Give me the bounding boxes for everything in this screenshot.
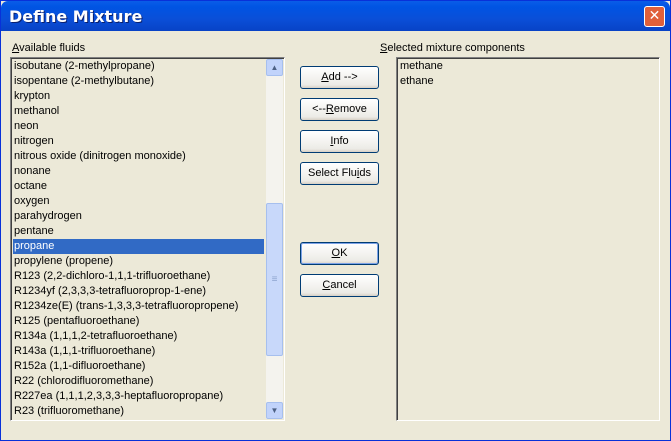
select-fluids-button[interactable]: Select Fluids [300,162,379,185]
close-icon[interactable]: ✕ [644,6,665,27]
scroll-thumb[interactable]: ≡ [266,203,283,356]
list-item[interactable]: R23 (trifluoromethane) [13,404,264,419]
list-item[interactable]: nitrous oxide (dinitrogen monoxide) [13,149,264,164]
list-item[interactable]: methane [399,59,657,74]
list-item[interactable]: pentane [13,224,264,239]
define-mixture-dialog: Define Mixture ✕ Available fluids isobut… [0,0,671,441]
list-item[interactable]: parahydrogen [13,209,264,224]
available-fluids-list[interactable]: isobutane (2-methylpropane) isopentane (2… [10,57,285,421]
add-button[interactable]: Add --> [300,66,379,89]
list-item[interactable]: R152a (1,1-difluoroethane) [13,359,264,374]
list-item[interactable]: propylene (propene) [13,254,264,269]
list-item[interactable]: ethane [399,74,657,89]
list-item[interactable]: nitrogen [13,134,264,149]
info-button[interactable]: Info [300,130,379,153]
list-item[interactable]: isobutane (2-methylpropane) [13,59,264,74]
list-item[interactable]: R125 (pentafluoroethane) [13,314,264,329]
title-bar[interactable]: Define Mixture ✕ [1,1,670,31]
list-item[interactable]: octane [13,179,264,194]
list-item[interactable]: krypton [13,89,264,104]
list-item[interactable]: isopentane (2-methylbutane) [13,74,264,89]
selected-components-label: Selected mixture components [380,42,525,54]
available-fluids-label: Available fluids [12,42,86,54]
scroll-down-arrow-icon[interactable]: ▼ [266,402,283,419]
list-item[interactable]: oxygen [13,194,264,209]
list-item[interactable]: R22 (chlorodifluoromethane) [13,374,264,389]
list-item[interactable]: neon [13,119,264,134]
list-item[interactable]: R227ea (1,1,1,2,3,3,3-heptafluoropropane… [13,389,264,404]
scroll-up-arrow-icon[interactable]: ▲ [266,59,283,76]
ok-button[interactable]: OK [300,242,379,265]
available-fluids-scrollbar[interactable]: ▲ ≡ ▼ [266,59,283,419]
list-item[interactable]: methanol [13,104,264,119]
list-item[interactable]: R143a (1,1,1-trifluoroethane) [13,344,264,359]
list-item[interactable]: R123 (2,2-dichloro-1,1,1-trifluoroethane… [13,269,264,284]
window-title: Define Mixture [9,7,143,26]
list-item[interactable]: nonane [13,164,264,179]
remove-button[interactable]: <--Remove [300,98,379,121]
selected-components-list[interactable]: methane ethane [396,57,660,421]
cancel-button[interactable]: Cancel [300,274,379,297]
available-fluids-items: isobutane (2-methylpropane) isopentane (2… [13,59,264,420]
selected-components-items: methane ethane [399,59,657,420]
list-item[interactable]: R1234ze(E) (trans-1,3,3,3-tetrafluoropro… [13,299,264,314]
list-item[interactable]: R1234yf (2,3,3,3-tetrafluoroprop-1-ene) [13,284,264,299]
list-item[interactable]: R134a (1,1,1,2-tetrafluoroethane) [13,329,264,344]
list-item-selected[interactable]: propane [13,239,264,254]
